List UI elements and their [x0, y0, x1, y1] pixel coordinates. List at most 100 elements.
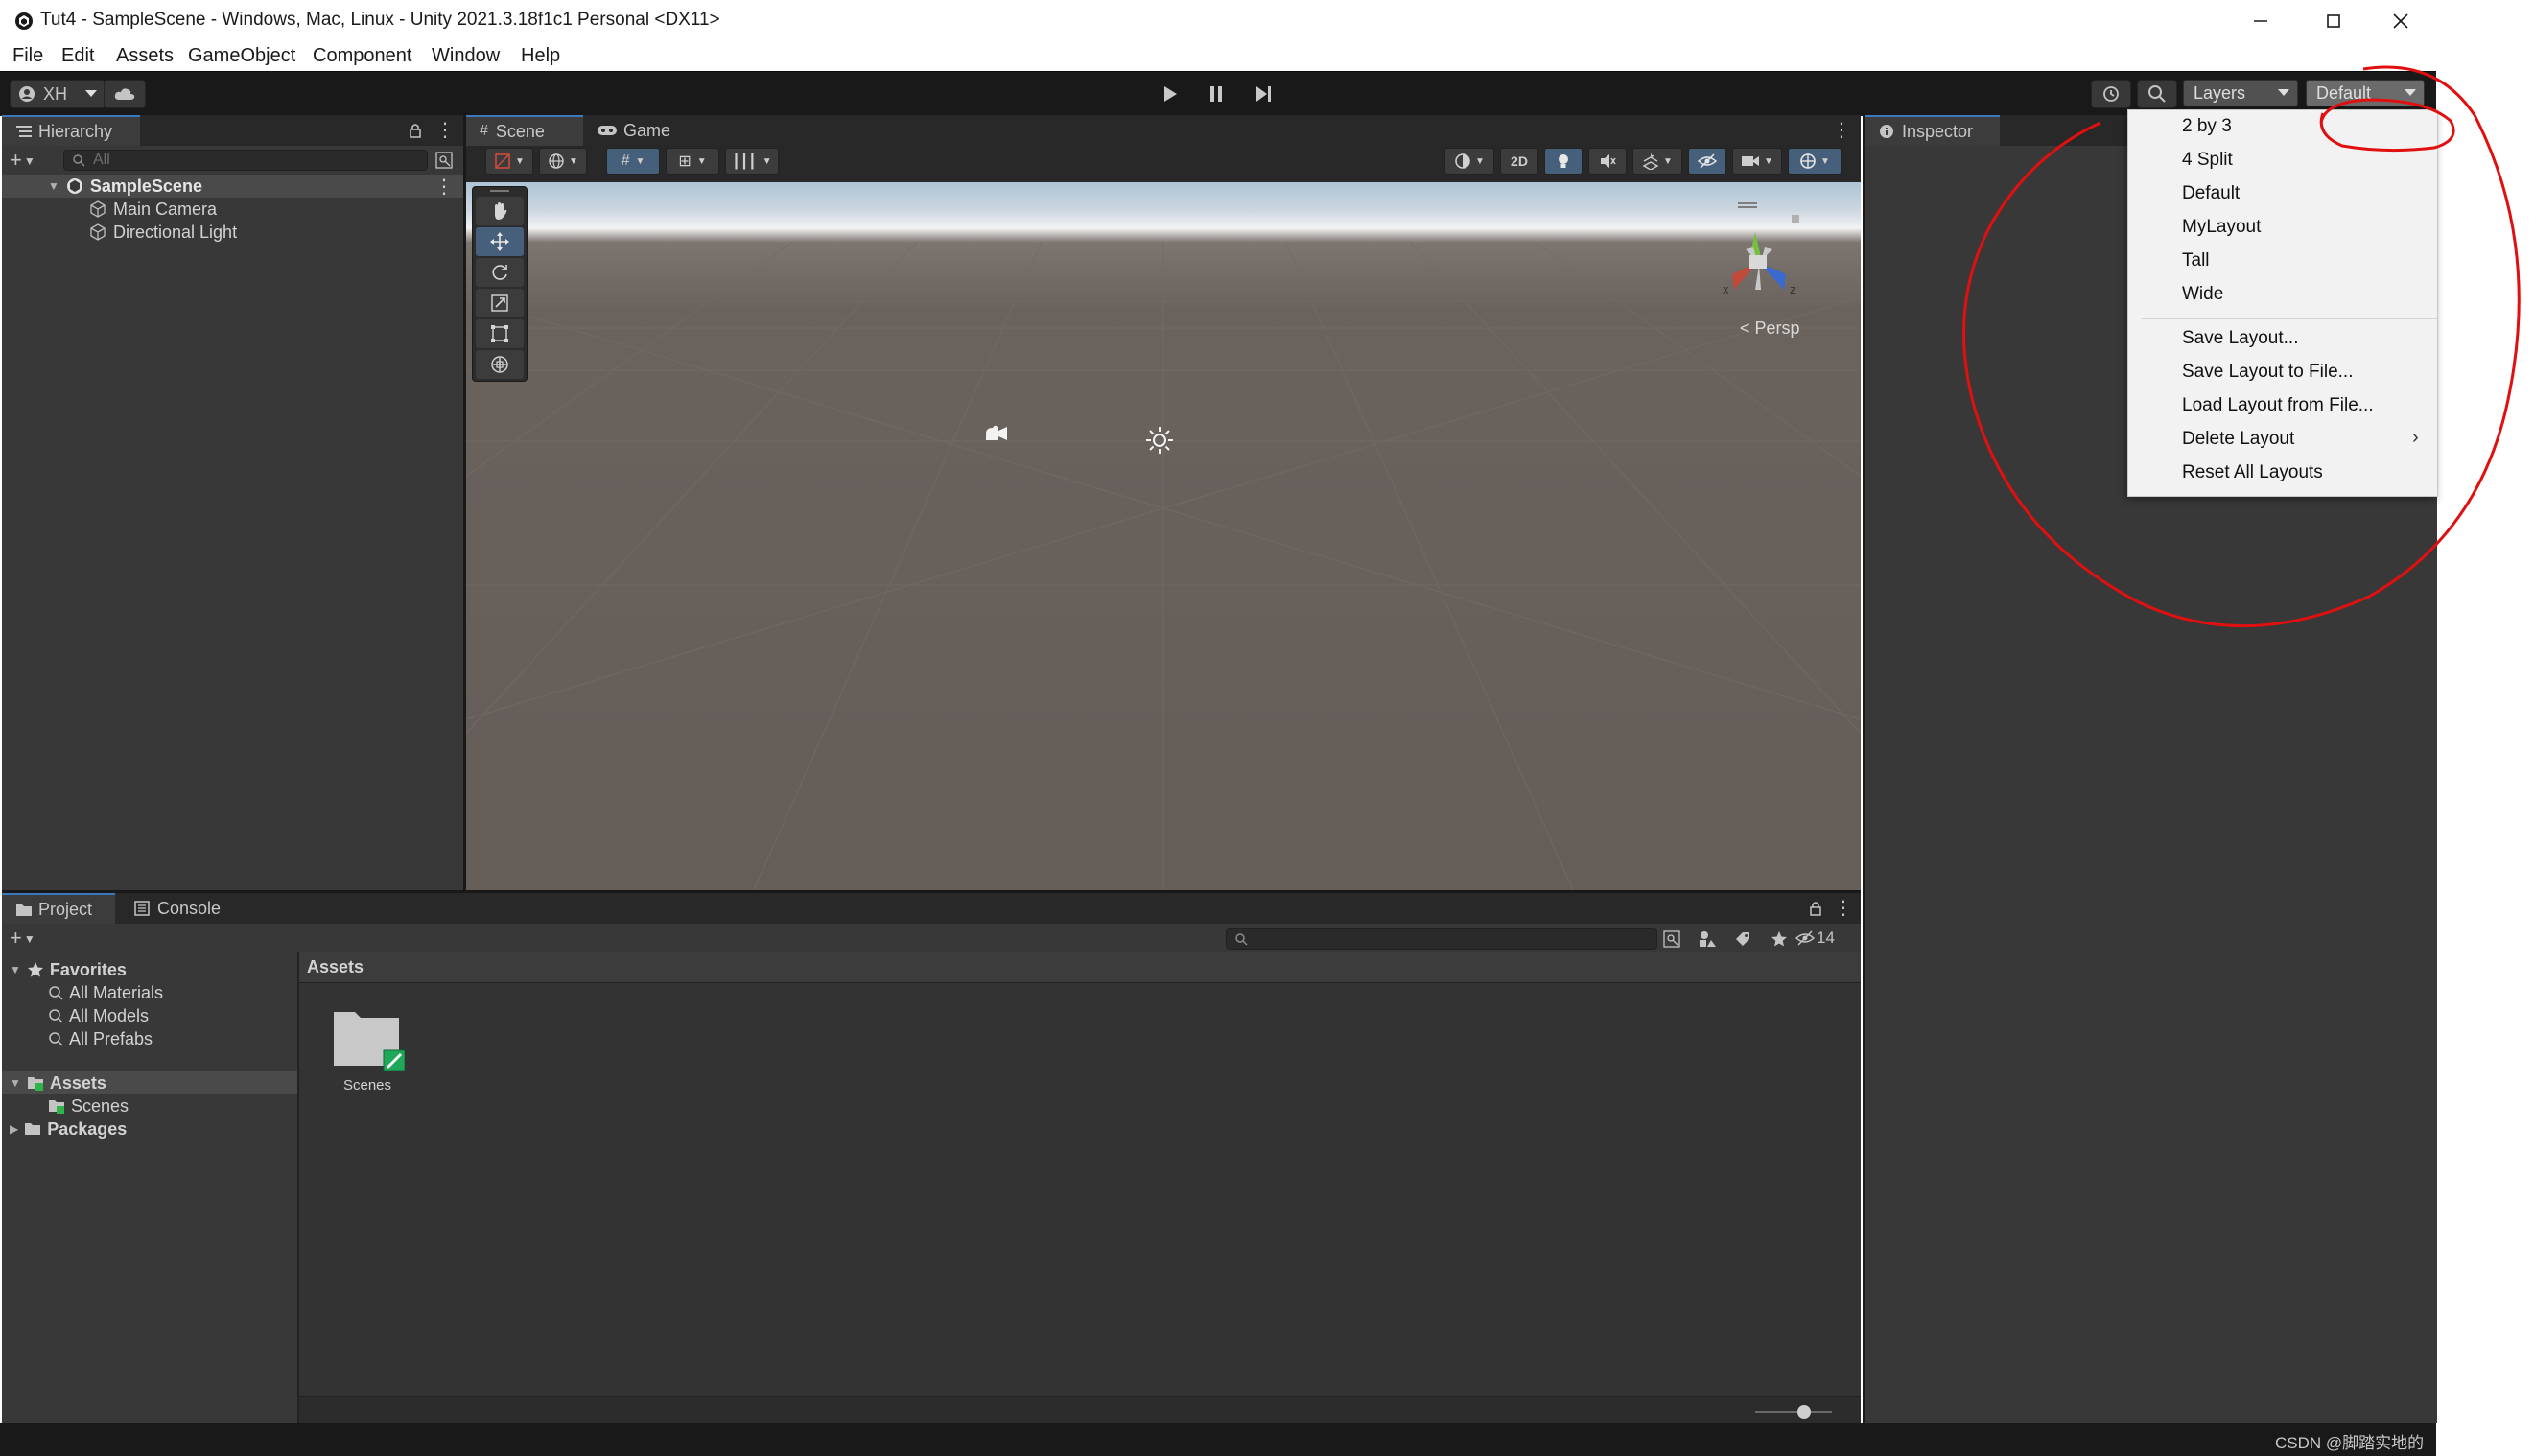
create-button[interactable]: + ▼: [10, 148, 48, 173]
scale-icon: [491, 294, 508, 312]
hand-tool[interactable]: [476, 197, 524, 225]
scene-tabstrip: # Scene Game ⋮: [466, 115, 1861, 146]
breadcrumb-label[interactable]: Assets: [307, 957, 364, 977]
tree-packages[interactable]: ▶ Packages: [2, 1117, 297, 1140]
increment-snap-dropdown[interactable]: ⊞ ▼: [666, 148, 719, 175]
rect-tool[interactable]: [476, 319, 524, 348]
2d-toggle[interactable]: 2D: [1500, 148, 1538, 175]
layers-dropdown[interactable]: Layers: [2183, 80, 2298, 106]
camera-settings-dropdown[interactable]: ▼: [1732, 148, 1782, 175]
draw-mode-dropdown[interactable]: ▼: [485, 148, 533, 175]
menu-component[interactable]: Component: [313, 45, 411, 67]
gizmos-dropdown[interactable]: ▼: [1788, 148, 1842, 175]
hidden-packages-toggle[interactable]: 14: [1795, 928, 1835, 948]
tab-hierarchy[interactable]: Hierarchy: [2, 115, 140, 146]
search-icon: [73, 154, 85, 167]
tab-project-label: Project: [38, 899, 93, 919]
move-tool[interactable]: [476, 227, 524, 256]
layout-menu-item[interactable]: Wide: [2182, 284, 2223, 305]
tree-fav-all-materials[interactable]: All Materials: [2, 981, 297, 1004]
sphere-icon: [1455, 153, 1470, 169]
layout-menu-action[interactable]: Load Layout from File...: [2182, 395, 2374, 416]
shading-mode-dropdown[interactable]: ▼: [1444, 148, 1494, 175]
grid-snap-dropdown[interactable]: # ▼: [606, 148, 660, 175]
filter-by-type-icon[interactable]: [1698, 930, 1717, 948]
cloud-button[interactable]: [104, 80, 146, 108]
search-by-type-icon[interactable]: [1663, 930, 1680, 948]
tab-console[interactable]: Console: [121, 893, 246, 924]
menu-window[interactable]: Window: [432, 45, 500, 67]
effects-dropdown[interactable]: ▼: [1632, 148, 1682, 175]
play-button[interactable]: [1151, 81, 1189, 107]
hierarchy-search-placeholder: All: [93, 152, 110, 168]
global-local-dropdown[interactable]: ▼: [539, 148, 587, 175]
hierarchy-scene-row[interactable]: ▼ SampleScene ⋮: [2, 175, 463, 198]
maximize-button[interactable]: [2300, 0, 2367, 42]
scale-tool[interactable]: [476, 289, 524, 317]
tab-inspector[interactable]: Inspector: [1865, 115, 2000, 146]
projection-toggle[interactable]: < Persp: [1740, 318, 1800, 339]
layout-menu-action[interactable]: Reset All Layouts: [2182, 462, 2323, 483]
menu-help[interactable]: Help: [521, 45, 560, 67]
project-create-button[interactable]: + ▼: [10, 926, 48, 951]
favorite-star-icon[interactable]: [1771, 930, 1788, 948]
minimize-button[interactable]: [2227, 0, 2294, 42]
menu-edit[interactable]: Edit: [61, 45, 94, 67]
transform-tool[interactable]: [476, 350, 524, 379]
hierarchy-row-directional-light[interactable]: Directional Light: [2, 221, 463, 244]
audio-toggle[interactable]: [1588, 148, 1627, 175]
ruler-dropdown[interactable]: ┃┃┃ ▼: [725, 148, 779, 175]
zoom-slider-handle[interactable]: [1797, 1405, 1811, 1419]
layout-menu-item[interactable]: MyLayout: [2182, 217, 2261, 238]
lock-icon[interactable]: [409, 123, 422, 138]
label-tag-icon[interactable]: [1734, 930, 1751, 948]
project-search-input[interactable]: [1226, 928, 1657, 950]
close-button[interactable]: [2367, 0, 2434, 42]
tab-scene[interactable]: # Scene: [466, 115, 583, 146]
account-dropdown[interactable]: XH: [10, 80, 106, 108]
tab-project[interactable]: Project: [2, 893, 115, 924]
sun-light-icon[interactable]: [1145, 426, 1174, 455]
tree-fav-all-models[interactable]: All Models: [2, 1004, 297, 1027]
rotate-tool[interactable]: [476, 258, 524, 287]
layout-menu-action[interactable]: Save Layout...: [2182, 328, 2298, 349]
asset-folder-scenes[interactable]: Scenes: [328, 1002, 414, 1108]
layout-dropdown[interactable]: Default: [2306, 80, 2425, 106]
undo-history-button[interactable]: [2091, 80, 2131, 108]
hierarchy-menu-icon[interactable]: ⋮: [435, 118, 455, 142]
layout-menu-action[interactable]: Save Layout to File...: [2182, 362, 2354, 383]
lock-icon[interactable]: [1809, 901, 1822, 916]
menu-gameobject[interactable]: GameObject: [188, 45, 295, 67]
pause-button[interactable]: [1197, 81, 1235, 107]
scene-visibility-icon[interactable]: [435, 152, 453, 169]
tree-assets[interactable]: ▼ Assets: [2, 1071, 297, 1094]
layout-menu-item[interactable]: 2 by 3: [2182, 116, 2232, 137]
menu-assets[interactable]: Assets: [116, 45, 174, 67]
hierarchy-search-input[interactable]: All: [63, 150, 428, 171]
project-menu-icon[interactable]: ⋮: [1834, 896, 1853, 920]
favorite-item-label: All Materials: [69, 982, 164, 1002]
scene-menu-icon[interactable]: ⋮: [434, 175, 454, 199]
search-icon: [49, 1032, 63, 1046]
orientation-gizmo[interactable]: x z: [1703, 194, 1809, 307]
step-button[interactable]: [1245, 81, 1283, 107]
camera-gizmo-icon[interactable]: [984, 424, 1009, 445]
scene-viewport[interactable]: x z < Persp: [466, 182, 1861, 890]
hidden-objects-toggle[interactable]: [1688, 148, 1726, 175]
tree-assets-scenes[interactable]: Scenes: [2, 1094, 297, 1117]
zoom-slider-track[interactable]: [1755, 1411, 1832, 1413]
tree-fav-all-prefabs[interactable]: All Prefabs: [2, 1027, 297, 1050]
tab-game[interactable]: Game: [583, 115, 689, 146]
hierarchy-row-main-camera[interactable]: Main Camera: [2, 198, 463, 221]
layout-menu-action[interactable]: Delete Layout: [2182, 429, 2294, 450]
window-title: Tut4 - SampleScene - Windows, Mac, Linux…: [40, 10, 720, 30]
layout-menu-item[interactable]: Tall: [2182, 250, 2210, 271]
menu-file[interactable]: File: [12, 45, 43, 67]
layout-menu-item[interactable]: Default: [2182, 183, 2240, 204]
search-button[interactable]: [2137, 80, 2177, 108]
lighting-toggle[interactable]: [1544, 148, 1583, 175]
grid-hash-icon: #: [480, 123, 488, 139]
layout-menu-item[interactable]: 4 Split: [2182, 150, 2233, 171]
tree-favorites[interactable]: ▼ Favorites: [2, 958, 297, 981]
scene-menu-icon[interactable]: ⋮: [1832, 118, 1851, 142]
